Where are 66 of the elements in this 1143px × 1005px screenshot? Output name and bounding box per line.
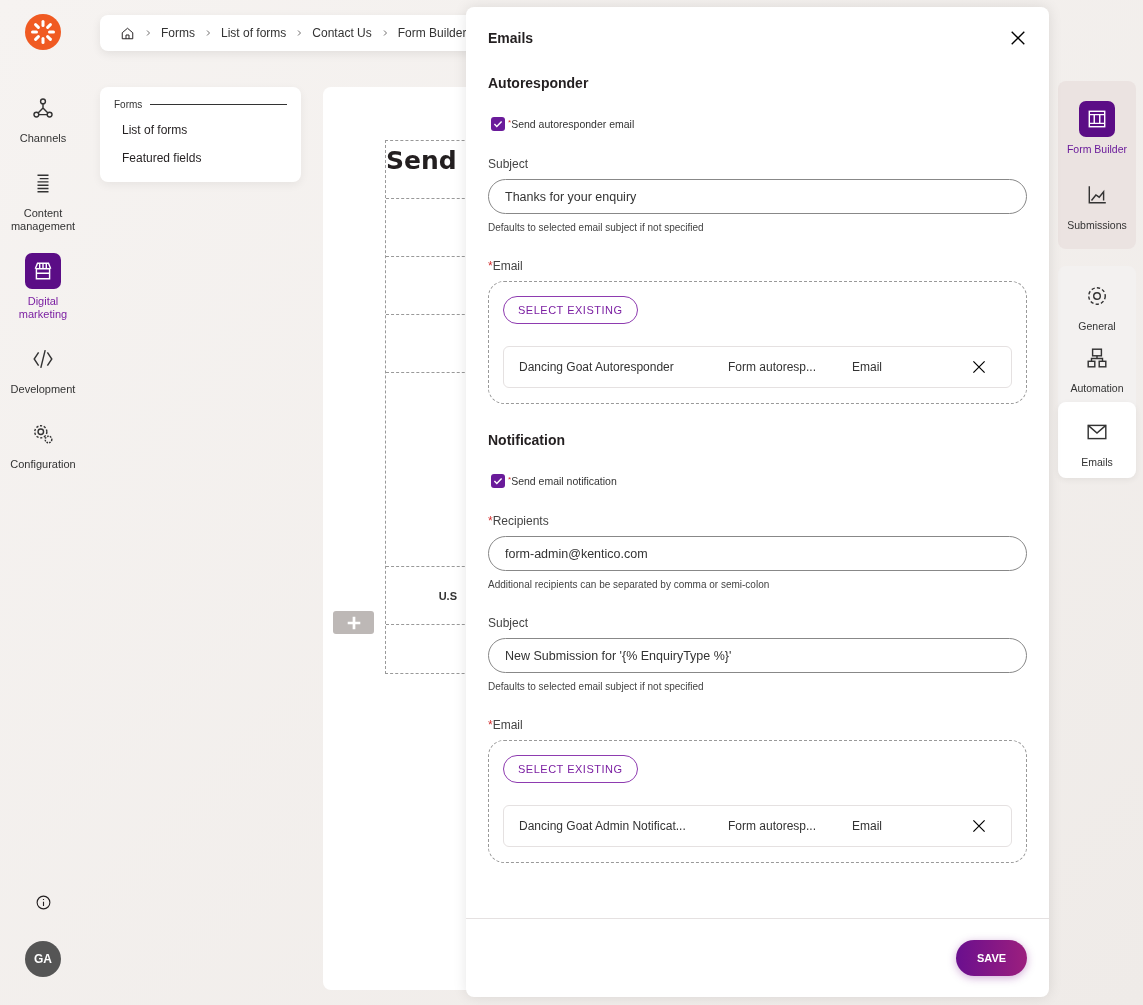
close-icon [971, 818, 987, 834]
text-field[interactable]: New Submission for '{% EnquiryType %}' [488, 638, 1027, 673]
email-name: Dancing Goat Autoresponder [519, 360, 675, 374]
checkbox[interactable] [491, 474, 505, 488]
columns-icon [1086, 108, 1108, 130]
network-icon [32, 97, 54, 119]
storefront-icon [32, 260, 54, 282]
check-icon [492, 118, 504, 130]
submenu-item[interactable]: List of forms [114, 116, 287, 144]
field-label: Subject [488, 157, 530, 171]
rail-tab[interactable]: Form Builder [1058, 101, 1136, 155]
text-field[interactable]: form-admin@kentico.com [488, 536, 1027, 571]
email-name: Dancing Goat Admin Notificat... [519, 819, 687, 833]
email-channel: Email [852, 819, 883, 833]
checkbox[interactable] [491, 117, 505, 131]
section-heading: Autoresponder [488, 75, 590, 91]
email-channel: Email [852, 360, 883, 374]
drawer-title: Emails [488, 30, 534, 46]
rail-tab[interactable]: Emails [1058, 402, 1136, 478]
breadcrumb-link[interactable]: List of forms [221, 26, 287, 40]
breadcrumb-link[interactable]: Forms [161, 26, 195, 40]
field-label: *Recipients [488, 514, 550, 528]
close-icon [1009, 29, 1027, 47]
remove-button[interactable] [971, 359, 987, 375]
select-existing-button[interactable]: SELECT EXISTING [503, 755, 638, 783]
field-text: U.S [438, 589, 457, 602]
field-label: Subject [488, 616, 530, 630]
field-hint: Defaults to selected email subject if not specified [488, 222, 705, 233]
form-heading: Send [386, 145, 457, 177]
save-button[interactable]: SAVE [956, 940, 1027, 976]
field-hint: Additional recipients can be separated by comma or semi-colon [488, 579, 771, 590]
close-button[interactable] [1009, 29, 1027, 47]
text-field[interactable]: Thanks for your enquiry [488, 179, 1027, 214]
breadcrumb-link[interactable]: Form Builder [397, 26, 467, 40]
logo-icon[interactable] [25, 14, 61, 50]
hierarchy-icon [1086, 347, 1108, 369]
submenu-heading: Forms [114, 99, 143, 110]
nav-item[interactable]: Digital marketing [0, 253, 86, 321]
user-avatar[interactable]: GA [25, 941, 61, 977]
field-hint: Defaults to selected email subject if not specified [488, 681, 705, 692]
breadcrumb-link[interactable]: Contact Us [312, 26, 372, 40]
code-icon [32, 348, 54, 370]
field-label: *Email [488, 718, 524, 732]
email-type: Form autoresp... [728, 360, 818, 374]
gears-icon [32, 423, 54, 445]
submenu-item[interactable]: Featured fields [114, 144, 287, 172]
nav-item[interactable]: Channels [0, 90, 86, 145]
home-icon [120, 25, 135, 41]
email-type: Form autoresp... [728, 819, 818, 833]
settings-icon [1086, 285, 1108, 307]
close-icon [971, 359, 987, 375]
checkbox-label: $^{*}$Send email notification [508, 475, 617, 487]
rail-tab[interactable]: Submissions [1058, 177, 1136, 231]
rail-tab[interactable]: Automation [1058, 340, 1136, 394]
nav-item[interactable]: Content management [0, 165, 86, 233]
info-icon [34, 894, 52, 911]
check-icon [492, 475, 504, 487]
chart-icon [1086, 184, 1108, 206]
section-heading: Notification [488, 432, 566, 448]
field-label: *Email [488, 259, 524, 273]
rail-tab[interactable]: General [1058, 278, 1136, 332]
checkbox-label: $^{*}$Send autoresponder email [508, 118, 635, 130]
nav-item[interactable]: Configuration [0, 416, 86, 471]
nav-item[interactable]: Development [0, 341, 86, 396]
select-existing-button[interactable]: SELECT EXISTING [503, 296, 638, 324]
remove-button[interactable] [971, 818, 987, 834]
